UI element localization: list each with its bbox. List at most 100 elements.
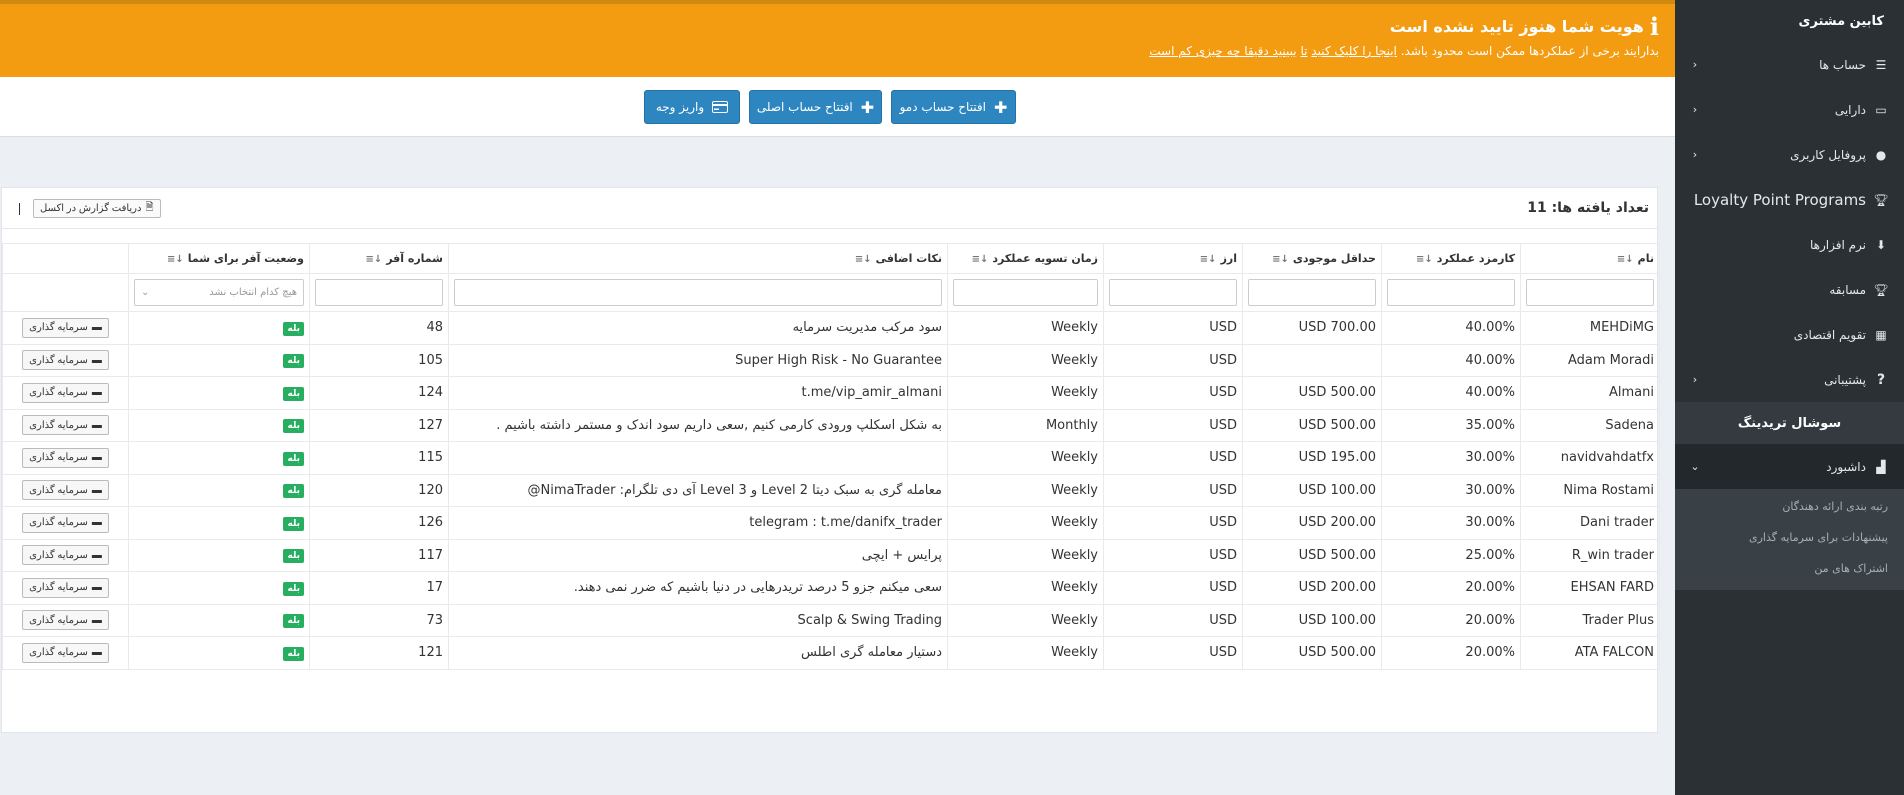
user-icon: ● xyxy=(1875,147,1887,162)
cell-fee: 40.00% xyxy=(1381,343,1521,377)
sidebar-item-accounts[interactable]: ☰ حساب ها ‹ xyxy=(1675,42,1904,87)
cell-offer-number: 117 xyxy=(309,538,449,572)
cell-actions: ▬ سرمایه گذاری xyxy=(2,376,129,410)
cell-actions: ▬ سرمایه گذاری xyxy=(2,538,129,572)
cell-name: Sadena xyxy=(1520,408,1660,442)
offers-panel: تعداد یافته ها: 11 🗎 دریافت گزارش در اکس… xyxy=(1,187,1660,733)
invest-button[interactable]: ▬ سرمایه گذاری xyxy=(22,610,109,631)
cell-actions: ▬ سرمایه گذاری xyxy=(2,311,129,345)
status-badge: بله xyxy=(283,419,304,434)
trophy-icon: 🏆︎ xyxy=(1873,282,1889,297)
invest-button[interactable]: ▬ سرمایه گذاری xyxy=(22,447,109,468)
cell-offer-status: بله xyxy=(128,343,310,377)
wallet-icon: ▬ xyxy=(91,647,102,659)
cell-min-balance xyxy=(1242,343,1382,377)
alert-link-see-missing[interactable]: ببینید دقیقا چه چیزی کم است xyxy=(1149,44,1296,58)
sort-icon: ↓≡ xyxy=(1415,254,1434,265)
open-main-account-button[interactable]: ✚ افتتاح حساب اصلی xyxy=(749,90,882,124)
col-header-notes[interactable]: نکات اضافی↓≡ xyxy=(448,243,948,274)
invest-button[interactable]: ▬ سرمایه گذاری xyxy=(22,480,109,501)
filter-fee-input[interactable] xyxy=(1387,279,1515,306)
filter-offer-input[interactable] xyxy=(315,279,443,306)
wallet-icon: ▬ xyxy=(91,549,102,561)
cell-period: Weekly xyxy=(947,506,1104,540)
plus-icon: ✚ xyxy=(994,97,1008,117)
cell-offer-number: 124 xyxy=(309,376,449,410)
invest-button[interactable]: ▬ سرمایه گذاری xyxy=(22,512,109,533)
col-header-fee[interactable]: کارمزد عملکرد↓≡ xyxy=(1381,243,1521,274)
verification-alert: i هویت شما هنوز تایید نشده است بدارایند … xyxy=(0,4,1675,77)
filter-notes-input[interactable] xyxy=(454,279,942,306)
sidebar-item-software[interactable]: ⬇ نرم افزارها xyxy=(1675,222,1904,267)
invest-button[interactable]: ▬ سرمایه گذاری xyxy=(22,415,109,436)
cell-period: Weekly xyxy=(947,636,1104,670)
cell-offer-status: بله xyxy=(128,506,310,540)
filter-status-select[interactable]: هیچ کدام انتخاب نشد ⌄ xyxy=(134,279,304,306)
col-header-offer-number[interactable]: شماره آفر↓≡ xyxy=(309,243,449,274)
invest-button[interactable]: ▬ سرمایه گذاری xyxy=(22,382,109,403)
alert-link-mid[interactable]: تا xyxy=(1300,44,1307,58)
cell-actions: ▬ سرمایه گذاری xyxy=(2,636,129,670)
sidebar-item-support[interactable]: ? پشتیبانی ‹ xyxy=(1675,357,1904,402)
sidebar-item-calendar[interactable]: ▦ تقویم اقتصادی xyxy=(1675,312,1904,357)
cell-name: R_win trader xyxy=(1520,538,1660,572)
cell-currency: USD xyxy=(1103,441,1243,475)
cell-notes: معامله گری به سبک دیتا Level 2 و Level 3… xyxy=(448,473,948,507)
cell-currency: USD xyxy=(1103,473,1243,507)
cell-offer-number: 126 xyxy=(309,506,449,540)
excel-export-button[interactable]: 🗎 دریافت گزارش در اکسل xyxy=(33,199,161,218)
offers-table: نام↓≡ کارمزد عملکرد↓≡ حداقل موجودی↓≡ ارز… xyxy=(2,243,1660,670)
col-header-offer-status[interactable]: وضعیت آفر برای شما↓≡ xyxy=(128,243,310,274)
cell-period: Weekly xyxy=(947,441,1104,475)
alert-link-click-here[interactable]: اینجا را کلیک کنید xyxy=(1311,44,1397,58)
filter-name-input[interactable] xyxy=(1526,279,1654,306)
sidebar-item-assets[interactable]: ▭ دارایی ‹ xyxy=(1675,87,1904,132)
sidebar-item-loyalty[interactable]: 🏆︎ Loyalty Point Programs xyxy=(1675,177,1904,222)
invest-button[interactable]: ▬ سرمایه گذاری xyxy=(22,350,109,371)
sidebar-title: کابین مشتری xyxy=(1675,0,1904,42)
cell-name: MEHDiMG xyxy=(1520,311,1660,345)
invest-button[interactable]: ▬ سرمایه گذاری xyxy=(22,545,109,566)
filter-min-input[interactable] xyxy=(1248,279,1376,306)
status-badge: بله xyxy=(283,386,304,401)
filter-currency-input[interactable] xyxy=(1109,279,1237,306)
sidebar-subitem-provider-ranking[interactable]: رتبه بندی ارائه دهندگان xyxy=(1675,491,1904,522)
cell-actions: ▬ سرمایه گذاری xyxy=(2,343,129,377)
filter-row: هیچ کدام انتخاب نشد ⌄ xyxy=(2,273,1660,312)
file-excel-icon: 🗎 xyxy=(145,202,154,213)
col-header-currency[interactable]: ارز↓≡ xyxy=(1103,243,1243,274)
wallet-icon: ▬ xyxy=(91,517,102,529)
cell-min-balance: USD 500.00 xyxy=(1242,538,1382,572)
invest-button[interactable]: ▬ سرمایه گذاری xyxy=(22,642,109,663)
cell-name: Adam Moradi xyxy=(1520,343,1660,377)
cell-currency: USD xyxy=(1103,571,1243,605)
download-icon: ⬇ xyxy=(1875,237,1887,252)
cell-notes: سود مرکب مدیریت سرمایه xyxy=(448,311,948,345)
open-demo-account-button[interactable]: ✚ افتتاح حساب دمو xyxy=(891,90,1016,124)
sidebar-item-profile[interactable]: ● پروفایل کاربری ‹ xyxy=(1675,132,1904,177)
cell-fee: 40.00% xyxy=(1381,311,1521,345)
col-header-min-balance[interactable]: حداقل موجودی↓≡ xyxy=(1242,243,1382,274)
wallet-icon: ▬ xyxy=(91,387,102,399)
deposit-button[interactable]: واریز وجه xyxy=(644,90,740,124)
sidebar-item-contest[interactable]: 🏆︎ مسابقه xyxy=(1675,267,1904,312)
status-badge: بله xyxy=(283,354,304,369)
status-badge: بله xyxy=(283,321,304,336)
status-badge: بله xyxy=(283,646,304,661)
cell-offer-number: 121 xyxy=(309,636,449,670)
col-header-period[interactable]: زمان تسویه عملکرد↓≡ xyxy=(947,243,1104,274)
invest-button[interactable]: ▬ سرمایه گذاری xyxy=(22,317,109,338)
filter-period-input[interactable] xyxy=(953,279,1098,306)
table-row: Nima Rostami 30.00% USD 100.00 USD Weekly معا… xyxy=(2,473,1660,507)
cell-actions: ▬ سرمایه گذاری xyxy=(2,473,129,507)
cell-currency: USD xyxy=(1103,311,1243,345)
col-header-name[interactable]: نام↓≡ xyxy=(1520,243,1660,274)
invest-button[interactable]: ▬ سرمایه گذاری xyxy=(22,577,109,598)
chevron-down-icon: ⌄ xyxy=(141,287,150,298)
sidebar-subitem-my-subscriptions[interactable]: اشتراک های من xyxy=(1675,553,1904,584)
sidebar-item-dashboard[interactable]: ▟ داشبورد ⌄ xyxy=(1675,444,1904,489)
cell-period: Weekly xyxy=(947,571,1104,605)
cell-actions: ▬ سرمایه گذاری xyxy=(2,571,129,605)
cell-actions: ▬ سرمایه گذاری xyxy=(2,408,129,442)
sidebar-subitem-investment-offers[interactable]: پیشنهادات برای سرمایه گذاری xyxy=(1675,522,1904,553)
